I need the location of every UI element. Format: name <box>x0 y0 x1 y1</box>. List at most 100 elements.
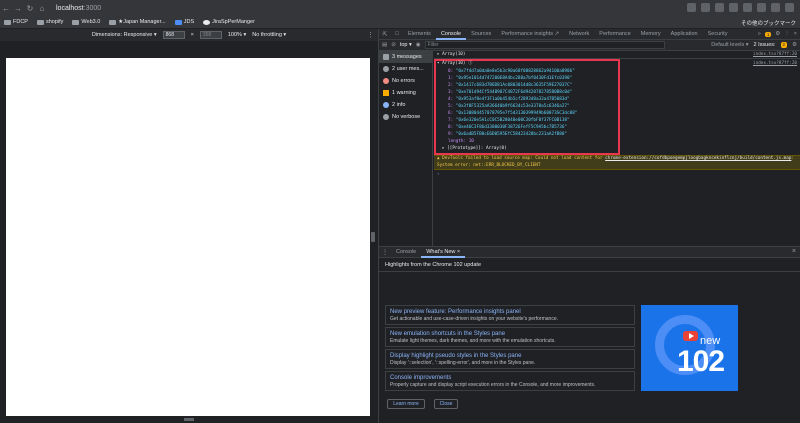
times-icon: × <box>190 32 194 38</box>
drawer-tab-whats-new[interactable]: What's New × <box>421 247 466 258</box>
array-item: 5: "0x3f0F5325aA36640b9f6634c53e3378a5c6… <box>448 104 570 109</box>
width-input[interactable]: 868 <box>162 31 185 39</box>
more-options-icon[interactable]: ⋮ <box>784 31 790 37</box>
more-tabs-icon[interactable]: » <box>758 31 761 37</box>
forward-icon[interactable]: → <box>12 4 24 13</box>
browser-toolbar: ← → ↻ ⌂ localhost:3000 <box>0 0 800 16</box>
throttling-select[interactable]: No throttling ▾ <box>252 32 286 38</box>
source-link[interactable]: index.tsx?87ff:20 <box>753 51 797 58</box>
dimensions-select[interactable]: Dimensions: Responsive ▾ <box>92 32 157 38</box>
console-prompt[interactable]: › <box>434 171 800 179</box>
array-item: 7: "0x6e320e5A1cC0C5B28040e00C30fbF0f37F… <box>448 118 570 123</box>
feature-card[interactable]: Display highlight pseudo styles in the S… <box>385 349 635 369</box>
tab-elements[interactable]: Elements <box>403 29 436 40</box>
feature-title[interactable]: New preview feature: Performance insight… <box>390 308 630 316</box>
bookmark-link[interactable]: JiraSpPerManger <box>203 19 255 25</box>
back-icon[interactable]: ← <box>0 4 12 13</box>
inspect-icon[interactable]: ⇱ <box>379 31 391 38</box>
feature-card[interactable]: New preview feature: Performance insight… <box>385 305 635 325</box>
resize-handle-right[interactable] <box>371 232 375 242</box>
filter-input[interactable]: Filter <box>424 41 665 49</box>
extension-icon[interactable] <box>729 3 738 12</box>
extension-icon[interactable] <box>701 3 710 12</box>
source-map-link[interactable]: chrome-extension://cofdbpoegempjloogbagk… <box>605 156 791 161</box>
profile-icon[interactable] <box>771 3 780 12</box>
console-warning: ▲ DevTools failed to load source map: Co… <box>434 155 800 170</box>
array-item: 3: "0xe701d94Cf5448907C4872F6d9428782785… <box>448 90 573 95</box>
tab-application[interactable]: Application <box>666 29 703 40</box>
tab-network[interactable]: Network <box>564 29 594 40</box>
feature-title[interactable]: Console improvements <box>390 374 630 382</box>
feature-card[interactable]: New emulation shortcuts in the Styles pa… <box>385 327 635 347</box>
bookmark-folder[interactable]: FDCP <box>4 19 28 25</box>
sidebar-item-warnings[interactable]: 1 warning <box>379 87 432 99</box>
array-prototype[interactable]: ▸ [[Prototype]]: Array(0) <box>442 146 507 152</box>
tab-sources[interactable]: Sources <box>466 29 496 40</box>
close-button[interactable]: Close <box>434 399 458 409</box>
sidebar-item-messages[interactable]: 3 messages <box>379 51 432 63</box>
learn-more-button[interactable]: Learn more <box>387 399 425 409</box>
sidebar-toggle-icon[interactable]: ▤ <box>382 42 387 48</box>
issues-count-badge[interactable]: 1 <box>764 31 772 37</box>
bookmark-link[interactable]: JDS <box>174 19 194 25</box>
extension-icon[interactable] <box>743 3 752 12</box>
bookmark-folder[interactable]: shopify <box>36 19 63 25</box>
extension-icon[interactable] <box>757 3 766 12</box>
feature-card[interactable]: Console improvements Properly capture an… <box>385 371 635 391</box>
user-icon <box>383 66 389 72</box>
page-viewport[interactable] <box>6 58 370 416</box>
console-message[interactable]: ▾ Array(10) ⓘ index.tsx?87ff:20 <box>434 60 800 68</box>
drawer-menu-icon[interactable]: ⋮ <box>379 249 391 256</box>
issues-badge[interactable]: 2 <box>780 42 788 48</box>
issues-link[interactable]: 2 Issues: <box>754 42 776 48</box>
verbose-icon <box>383 114 389 120</box>
console-message[interactable]: ▸ Array(10) index.tsx?87ff:20 <box>434 51 800 59</box>
tab-security[interactable]: Security <box>703 29 733 40</box>
url-host: localhost <box>56 4 84 12</box>
tab-console[interactable]: Console <box>435 29 467 40</box>
source-link[interactable]: index.tsx?87ff:20 <box>753 60 797 68</box>
tab-memory[interactable]: Memory <box>636 29 666 40</box>
eye-icon[interactable]: ◉ <box>416 42 421 48</box>
close-drawer-icon[interactable]: × <box>792 248 796 255</box>
levels-select[interactable]: Default levels ▾ <box>711 42 748 48</box>
settings-icon[interactable]: ⚙ <box>775 31 780 37</box>
bookmark-folder[interactable]: Web3.0 <box>72 19 100 25</box>
sidebar-item-errors[interactable]: No errors <box>379 75 432 87</box>
extension-icon[interactable] <box>687 3 696 12</box>
console-settings-icon[interactable]: ⚙ <box>792 42 797 48</box>
close-icon[interactable]: × <box>794 31 797 37</box>
feature-description: Properly capture and display script exec… <box>390 382 596 388</box>
sidebar-item-user-messages[interactable]: 2 user mes... <box>379 63 432 75</box>
array-item: 6: "0x130804457078795e7f5d3130399949b600… <box>448 111 578 116</box>
menu-icon[interactable] <box>785 3 794 12</box>
array-item: 8: "0xe46C3F86d3300030F38726FefF5C9A5bc7… <box>448 125 568 130</box>
array-item: 2: "0x1417c683d7B6D81Ac0803014d8c3635F59… <box>448 83 573 88</box>
context-select[interactable]: top ▾ <box>400 42 412 48</box>
drawer-tabbar: ⋮ Console What's New × × <box>379 247 800 258</box>
home-icon[interactable]: ⌂ <box>36 4 48 13</box>
device-toggle-icon[interactable]: □ <box>391 31 403 37</box>
clear-console-icon[interactable]: ⊘ <box>391 42 396 48</box>
bookmark-folder[interactable]: ★Japan Manager... <box>109 19 166 25</box>
whats-new-headline: Highlights from the Chrome 102 update <box>385 262 481 268</box>
resize-handle-bottom[interactable] <box>184 418 194 421</box>
height-input[interactable]: 358 <box>199 31 222 39</box>
bookmark-icon <box>174 19 182 25</box>
other-bookmarks[interactable]: その他のブックマーク <box>741 19 796 27</box>
extension-icon[interactable] <box>715 3 724 12</box>
feature-title[interactable]: Display highlight pseudo styles in the S… <box>390 352 630 360</box>
console-output: ▸ Array(10) index.tsx?87ff:20 ▾ Array(10… <box>434 51 800 246</box>
zoom-select[interactable]: 100% ▾ <box>228 32 246 38</box>
address-bar[interactable]: localhost:3000 <box>56 5 101 12</box>
tab-performance[interactable]: Performance <box>594 29 636 40</box>
drawer-tab-console[interactable]: Console <box>391 247 421 258</box>
console-toolbar: ▤ ⊘ top ▾ ◉ Filter Default levels ▾ 2 Is… <box>379 40 800 51</box>
reload-icon[interactable]: ↻ <box>24 4 36 13</box>
more-options-icon[interactable]: ⋮ <box>367 31 374 39</box>
tab-performance-insights[interactable]: Performance insights ↗ <box>496 29 564 40</box>
array-item: 4: "0x953af8e4f3F1a0b454b5cf289348a33a47… <box>448 97 570 102</box>
sidebar-item-info[interactable]: 2 info <box>379 99 432 111</box>
sidebar-item-verbose[interactable]: No verbose <box>379 111 432 123</box>
feature-title[interactable]: New emulation shortcuts in the Styles pa… <box>390 330 630 338</box>
